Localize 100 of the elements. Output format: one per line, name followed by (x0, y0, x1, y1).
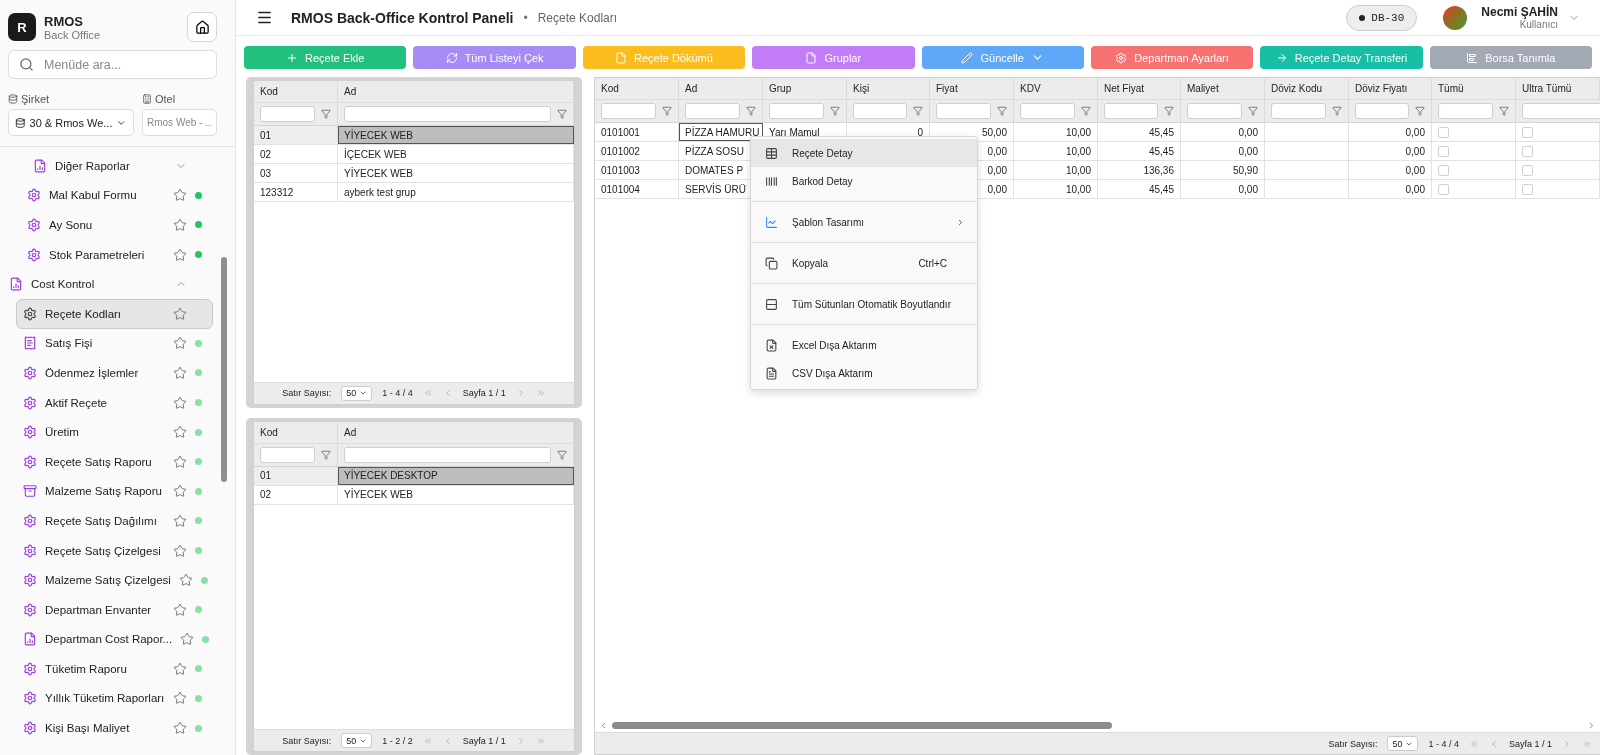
filter-icon[interactable] (913, 106, 923, 116)
filter-icon[interactable] (1332, 106, 1342, 116)
sidebar-item[interactable]: Üretim (16, 417, 213, 447)
menu-item[interactable]: Şablon Tasarımı (751, 208, 977, 236)
filter-icon[interactable] (557, 109, 567, 119)
filter-field[interactable] (1020, 103, 1075, 119)
star-icon[interactable] (173, 395, 187, 410)
star-icon[interactable] (178, 573, 193, 588)
sidebar-item[interactable]: Stok Parametreleri (20, 239, 213, 270)
column-header[interactable]: Ultra Tümü (1516, 78, 1600, 99)
checkbox[interactable] (1522, 164, 1533, 176)
star-icon[interactable] (173, 543, 187, 558)
company-select[interactable]: 30 & Rmos We... (8, 109, 134, 136)
checkbox[interactable] (1438, 145, 1449, 157)
filter-field[interactable] (1438, 103, 1493, 119)
grid-row[interactable]: 03 YİYECEK WEB (254, 164, 574, 183)
filter-field[interactable] (769, 103, 824, 119)
column-header[interactable]: Tümü (1432, 78, 1516, 99)
sidebar-item[interactable]: Mal Kabul Formu (20, 180, 213, 211)
filter-icon[interactable] (1248, 106, 1258, 116)
filter-field[interactable] (344, 446, 551, 463)
column-header[interactable]: Grup (763, 78, 847, 99)
grid-row[interactable]: 02 İÇECEK WEB (254, 145, 574, 164)
filter-field[interactable] (1355, 103, 1409, 119)
sidebar-item[interactable]: Malzeme Satış Raporu (16, 476, 213, 507)
checkbox[interactable] (1438, 126, 1449, 138)
filter-icon[interactable] (557, 449, 567, 460)
column-header[interactable]: Döviz Fiyatı (1349, 78, 1432, 99)
sidebar-item[interactable]: Aktif Reçete (16, 387, 213, 418)
column-header[interactable]: Kişi (847, 78, 930, 99)
sidebar-item[interactable]: Ay Sonu (20, 210, 213, 240)
filter-field[interactable] (1271, 103, 1326, 119)
column-header[interactable]: Fiyat (930, 78, 1014, 99)
column-header[interactable]: Ad (338, 421, 574, 443)
column-header[interactable]: Kod (254, 421, 338, 443)
sidebar-item[interactable]: Departman Cost Rapor... (16, 624, 213, 655)
sidebar-item[interactable]: Reçete Satış Çizelgesi (16, 535, 213, 566)
filter-field[interactable] (1187, 103, 1242, 119)
sidebar-item[interactable]: Reçete Satış Raporu (16, 446, 213, 477)
checkbox[interactable] (1522, 183, 1533, 195)
star-icon[interactable] (173, 425, 187, 440)
star-icon[interactable] (173, 721, 187, 736)
star-icon[interactable] (173, 188, 187, 203)
page-size-select[interactable]: 50 (1387, 736, 1419, 751)
sidebar-item[interactable]: Diğer Raporlar (20, 151, 213, 181)
scroll-left-icon[interactable] (599, 720, 608, 730)
home-button[interactable] (187, 12, 217, 42)
checkbox[interactable] (1438, 183, 1449, 195)
search-field[interactable]: Menüde ara... (42, 56, 206, 73)
star-icon[interactable] (173, 691, 187, 706)
star-icon[interactable] (173, 661, 187, 676)
column-header[interactable]: Net Fiyat (1098, 78, 1181, 99)
filter-icon[interactable] (997, 106, 1007, 116)
grid-row[interactable]: 123312 ayberk test grup (254, 183, 574, 202)
filter-icon[interactable] (321, 109, 331, 119)
sidebar-item[interactable]: Yıllık Tüketim Raporları (16, 683, 213, 714)
page-size-select[interactable]: 50 (341, 385, 373, 401)
filter-field[interactable] (1104, 103, 1158, 119)
column-header[interactable]: Ad (679, 78, 763, 99)
scrollbar-thumb[interactable] (612, 721, 1112, 729)
column-header[interactable]: Maliyet (1181, 78, 1265, 99)
column-header[interactable]: Kod (595, 78, 679, 99)
menu-icon[interactable] (256, 9, 273, 26)
sidebar-item[interactable]: Kişi Başı Maliyet (16, 713, 213, 743)
column-header[interactable]: Döviz Kodu (1265, 78, 1349, 99)
sidebar-item[interactable]: Departman Envanter (16, 594, 213, 625)
scrollbar-thumb[interactable] (221, 257, 227, 482)
filter-field[interactable] (601, 103, 656, 119)
sidebar-item[interactable]: Ödenmez İşlemler (16, 358, 213, 388)
next-page-icon[interactable] (1562, 738, 1572, 749)
filter-icon[interactable] (1164, 106, 1174, 116)
checkbox[interactable] (1522, 145, 1533, 157)
checkbox[interactable] (1522, 126, 1533, 138)
star-icon[interactable] (173, 602, 187, 617)
star-icon[interactable] (173, 336, 187, 351)
filter-icon[interactable] (830, 106, 840, 116)
column-header[interactable]: Kod (254, 81, 338, 102)
grid-row[interactable]: 02 YİYECEK WEB (254, 485, 574, 505)
page-size-select[interactable]: 50 (341, 733, 373, 748)
filter-field[interactable] (344, 106, 551, 122)
star-icon[interactable] (173, 247, 187, 262)
star-icon[interactable] (173, 218, 187, 232)
menu-item[interactable]: Excel Dışa Aktarım (751, 331, 977, 359)
filter-field[interactable] (260, 446, 315, 463)
column-header[interactable]: KDV (1014, 78, 1098, 99)
grid-row[interactable]: 01 YİYECEK WEB (254, 126, 574, 145)
scroll-right-icon[interactable] (1587, 720, 1596, 730)
star-icon[interactable] (173, 365, 187, 380)
menu-item[interactable]: Reçete Detay (751, 139, 977, 167)
sidebar-section[interactable]: Cost Kontrol (4, 269, 213, 299)
database-badge[interactable]: DB-30 (1346, 4, 1418, 31)
sidebar-item[interactable]: Reçete Kodları (16, 298, 213, 329)
sidebar-item[interactable]: Malzeme Satış Çizelgesi (16, 565, 213, 595)
star-icon[interactable] (173, 513, 187, 528)
star-icon[interactable] (173, 306, 187, 321)
checkbox[interactable] (1438, 164, 1449, 176)
grid-row[interactable]: 01 YİYECEK DESKTOP (254, 466, 574, 486)
filter-icon[interactable] (1081, 106, 1091, 116)
menu-item[interactable]: Tüm Sütunları Otomatik Boyutlandır (751, 290, 977, 318)
star-icon[interactable] (173, 484, 187, 499)
